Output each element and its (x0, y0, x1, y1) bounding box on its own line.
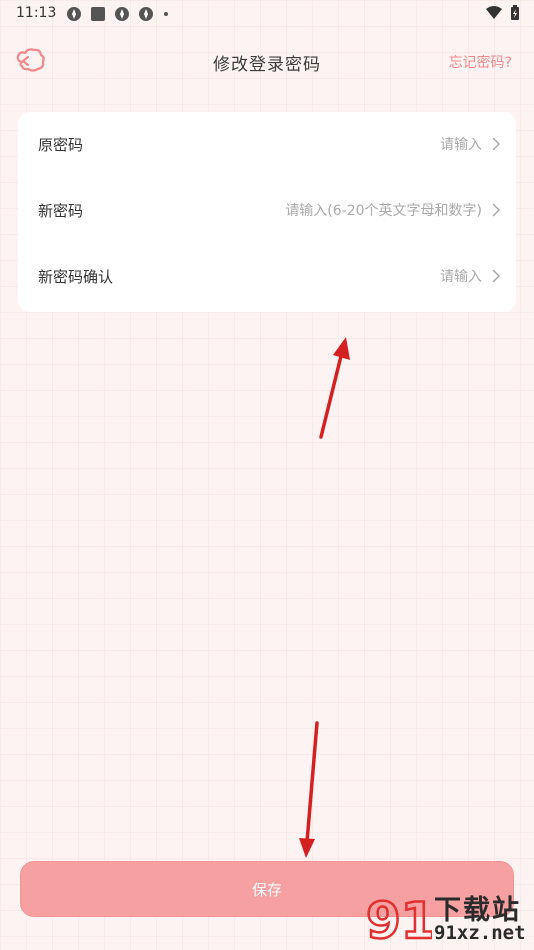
app-notification-icon-3 (139, 7, 153, 21)
battery-icon (511, 5, 519, 20)
password-form-card: 原密码 请输入 新密码 请输入(6-20个英文字母和数字) 新密码确认 请输入 (18, 112, 516, 312)
confirm-password-label: 新密码确认 (38, 268, 114, 286)
old-password-row[interactable]: 原密码 请输入 (18, 112, 516, 178)
confirm-password-row[interactable]: 新密码确认 请输入 (18, 244, 516, 310)
old-password-label: 原密码 (38, 136, 84, 154)
new-password-input[interactable]: 请输入(6-20个英文字母和数字) (285, 200, 500, 220)
chevron-right-icon (492, 203, 500, 217)
watermark-logo-text: 91 (366, 892, 432, 950)
confirm-password-placeholder: 请输入 (440, 269, 482, 285)
square-notification-icon (91, 7, 105, 21)
chevron-right-icon (492, 137, 500, 151)
app-notification-icon-2 (115, 7, 129, 21)
new-password-row[interactable]: 新密码 请输入(6-20个英文字母和数字) (18, 178, 516, 244)
confirm-password-input[interactable]: 请输入 (440, 266, 500, 286)
app-notification-icon (67, 7, 81, 21)
status-time: 11:13 (16, 5, 57, 21)
more-dot-icon (164, 12, 168, 16)
old-password-placeholder: 请输入 (440, 137, 482, 153)
status-bar: 11:13 (0, 0, 534, 28)
old-password-input[interactable]: 请输入 (440, 134, 500, 154)
header: 修改登录密码 忘记密码? (0, 40, 534, 84)
status-right (486, 5, 520, 21)
wifi-icon (486, 6, 502, 19)
forgot-password-link[interactable]: 忘记密码? (449, 52, 512, 72)
watermark-url: 91xz.net (434, 922, 526, 944)
notification-icons (66, 6, 170, 22)
site-watermark: 91 下载站 91xz.net (364, 886, 534, 950)
chevron-right-icon (492, 269, 500, 283)
watermark-logo: 91 (365, 891, 432, 950)
new-password-placeholder: 请输入(6-20个英文字母和数字) (285, 203, 482, 219)
new-password-label: 新密码 (38, 202, 84, 220)
